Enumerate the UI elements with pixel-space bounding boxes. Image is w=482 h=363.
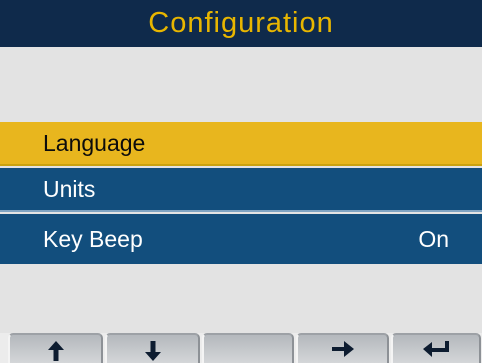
menu-item-label: Units bbox=[43, 175, 96, 202]
softkey-blank[interactable] bbox=[202, 333, 294, 363]
title-bar: Configuration bbox=[0, 0, 482, 47]
empty-area-bottom bbox=[0, 264, 482, 333]
empty-area-top bbox=[0, 47, 482, 122]
softkey-right[interactable] bbox=[296, 333, 389, 363]
menu-item-label: Key Beep bbox=[43, 225, 143, 252]
menu-item-language[interactable]: Language bbox=[0, 122, 482, 166]
arrow-down-icon bbox=[144, 341, 161, 361]
softkey-up[interactable] bbox=[8, 333, 103, 363]
page-title: Configuration bbox=[148, 7, 334, 39]
softkey-down[interactable] bbox=[105, 333, 200, 363]
softkey-bar bbox=[0, 333, 482, 363]
menu-item-key-beep[interactable]: Key Beep On bbox=[0, 214, 482, 264]
menu-item-label: Language bbox=[43, 129, 146, 156]
menu-item-units[interactable]: Units bbox=[0, 168, 482, 212]
arrow-up-icon bbox=[47, 341, 64, 361]
back-arrow-icon bbox=[423, 341, 449, 357]
menu-item-value: On bbox=[418, 225, 449, 252]
softkey-back[interactable] bbox=[391, 333, 481, 363]
arrow-right-icon bbox=[331, 341, 354, 357]
